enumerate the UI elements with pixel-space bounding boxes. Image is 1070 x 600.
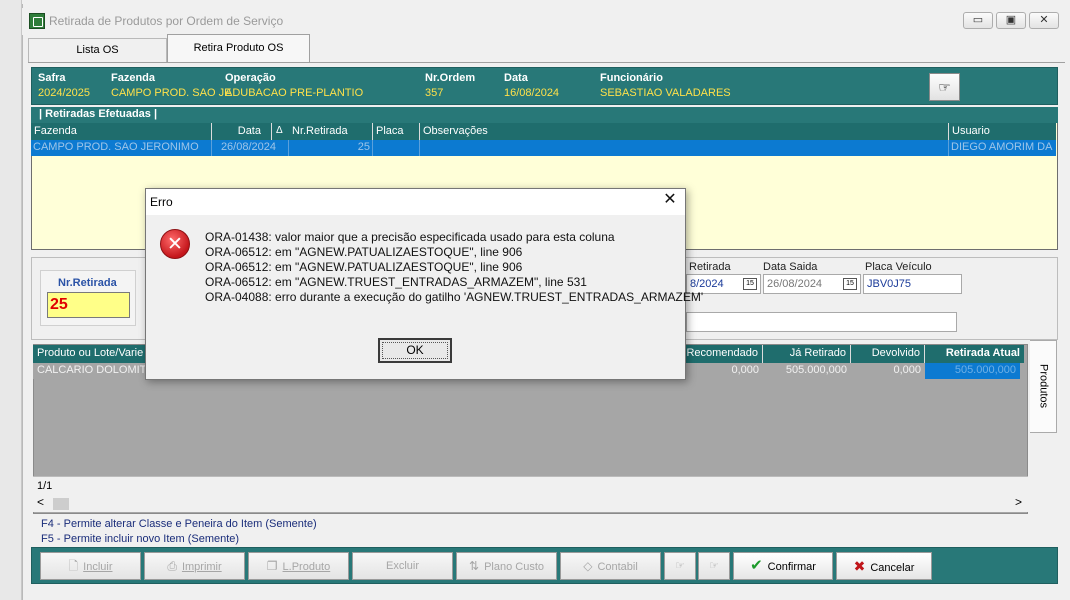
contabil-button[interactable]: ◇ Contabil — [560, 552, 661, 580]
col-data[interactable]: Data — [212, 123, 272, 140]
error-message-line: ORA-06512: em "AGNEW.TRUEST_ENTRADAS_ARM… — [205, 275, 587, 289]
col-recomendado[interactable]: Recomendado — [683, 345, 763, 363]
next-hand-button[interactable]: ☞ — [698, 552, 730, 580]
cell-retirada-atual[interactable]: 505.000,000 — [925, 363, 1020, 379]
new-document-icon: 🗋 — [68, 559, 79, 573]
pointing-hand-icon: ☞ — [938, 79, 951, 95]
nrordem-label: Nr.Ordem — [425, 72, 476, 84]
funcionario-value: SEBASTIAO VALADARES — [600, 87, 731, 99]
cell-placa — [373, 140, 420, 156]
imprimir-button[interactable]: ⎙ Imprimir — [144, 552, 245, 580]
fazenda-value: CAMPO PROD. SAO JE — [111, 87, 232, 99]
error-message-line: ORA-01438: valor maior que a precisão es… — [205, 230, 615, 244]
flow-diagram-icon: ⇅ — [469, 559, 480, 573]
hint-f4: F4 - Permite alterar Classe e Peneira do… — [41, 518, 317, 530]
col-placa[interactable]: Placa — [373, 123, 420, 140]
tab-baseline — [28, 62, 1065, 63]
operacao-value: ADUBACAO PRE-PLANTIO — [225, 87, 364, 99]
pointing-hand-icon: ☞ — [675, 560, 685, 572]
col-fazenda[interactable]: Fazenda — [31, 123, 212, 140]
retiradas-title: | Retiradas Efetuadas | — [31, 107, 1058, 123]
ok-button[interactable]: OK — [378, 338, 452, 363]
data-retirada-label: Retirada — [689, 261, 731, 273]
data-label: Data — [504, 72, 528, 84]
x-icon: ✖ — [853, 558, 866, 574]
printer-icon: ⎙ — [167, 559, 177, 573]
cell-ja-retirado: 505.000,000 — [785, 364, 847, 376]
cancelar-button[interactable]: ✖ Cancelar — [836, 552, 932, 580]
select-os-button[interactable]: ☞ — [929, 73, 960, 101]
minimize-button[interactable]: ▭ — [963, 12, 993, 29]
lproduto-button[interactable]: ❐ L.Produto — [248, 552, 349, 580]
scroll-left-icon[interactable]: < — [37, 495, 44, 509]
pointing-hand-icon: ☞ — [709, 560, 719, 572]
prev-hand-button[interactable]: ☞ — [664, 552, 696, 580]
cell-usuario: DIEGO AMORIM DA — [951, 141, 1053, 153]
error-message-line: ORA-06512: em "AGNEW.PATUALIZAESTOQUE", … — [205, 245, 523, 259]
desktop-left-strip — [0, 0, 22, 600]
observacoes-field[interactable] — [686, 312, 957, 332]
col-ja-retirado[interactable]: Já Retirado — [763, 345, 851, 363]
nr-retirada-field[interactable]: 25 — [47, 292, 130, 318]
dialog-close-icon[interactable]: ✕ — [658, 191, 682, 211]
data-saida-field[interactable]: 26/08/2024 15 — [763, 274, 861, 294]
data-saida-label: Data Saida — [763, 261, 818, 273]
check-icon: ✔ — [750, 557, 763, 574]
side-tab-label: Produtos — [1037, 363, 1050, 409]
nr-retirada-label: Nr.Retirada — [58, 277, 117, 289]
col-retirada-atual[interactable]: Retirada Atual — [925, 345, 1024, 363]
cell-nr: 25 — [289, 140, 373, 156]
error-icon: ✕ — [160, 229, 190, 259]
horizontal-scrollbar[interactable]: < > — [33, 495, 1028, 512]
safra-value: 2024/2025 — [38, 87, 90, 99]
nrordem-value: 357 — [425, 87, 444, 99]
calendar-icon[interactable]: 15 — [843, 278, 857, 290]
cell-produto: CALCARIO DOLOMITIC — [37, 364, 147, 376]
os-header-panel: Safra 2024/2025 Fazenda CAMPO PROD. SAO … — [31, 67, 1058, 105]
dialog-title-bar — [146, 189, 685, 215]
scroll-right-icon[interactable]: > — [1015, 495, 1022, 509]
retiradas-header-row: Fazenda Data Δ Nr.Retirada Placa Observa… — [31, 123, 1056, 140]
app-icon — [29, 13, 45, 29]
data-value: 16/08/2024 — [504, 87, 560, 99]
sort-indicator-icon: Δ — [276, 125, 283, 136]
hint-f5: F5 - Permite incluir novo Item (Semente) — [41, 533, 240, 545]
pager-indicator: 1/1 — [37, 480, 53, 492]
documents-icon: ❐ — [266, 559, 278, 573]
confirmar-button[interactable]: ✔ Confirmar — [733, 552, 833, 580]
col-observacoes[interactable]: Observações — [420, 123, 949, 140]
placa-veiculo-field[interactable]: JBV0J75 — [863, 274, 962, 294]
excluir-button[interactable]: Excluir — [352, 552, 453, 580]
placa-veiculo-label: Placa Veículo — [865, 261, 932, 273]
operacao-label: Operação — [225, 72, 276, 84]
col-nr-retirada[interactable]: Nr.Retirada — [289, 123, 373, 140]
calendar-icon[interactable]: 15 — [743, 278, 757, 290]
maximize-button[interactable]: ▣ — [996, 12, 1026, 29]
table-row[interactable]: CAMPO PROD. SAO JERONIMO 26/08/2024 25 D… — [31, 140, 1056, 156]
window-title: Retirada de Produtos por Ordem de Serviç… — [49, 14, 284, 28]
scrollbar-thumb[interactable] — [53, 498, 69, 510]
plano-custo-button[interactable]: ⇅ Plano Custo — [456, 552, 557, 580]
tab-retira-produto-os[interactable]: Retira Produto OS — [167, 34, 310, 63]
close-window-button[interactable]: ✕ — [1029, 12, 1059, 29]
funcionario-label: Funcionário — [600, 72, 663, 84]
error-message-line: ORA-04088: erro durante a execução do ga… — [205, 290, 704, 304]
col-usuario[interactable]: Usuario — [949, 123, 1056, 140]
error-message-line: ORA-06512: em "AGNEW.PATUALIZAESTOQUE", … — [205, 260, 523, 274]
tab-lista-os[interactable]: Lista OS — [28, 38, 167, 62]
eraser-icon: ◇ — [583, 559, 593, 573]
safra-label: Safra — [38, 72, 66, 84]
col-devolvido[interactable]: Devolvido — [851, 345, 925, 363]
incluir-button[interactable]: 🗋 Incluir — [40, 552, 141, 580]
cell-devolvido: 0,000 — [893, 364, 921, 376]
cell-obs — [420, 140, 949, 156]
cell-fazenda: CAMPO PROD. SAO JERONIMO — [31, 140, 212, 156]
fazenda-label: Fazenda — [111, 72, 156, 84]
dialog-title: Erro — [150, 195, 173, 209]
cell-recomendado: 0,000 — [731, 364, 759, 376]
cell-data: 26/08/2024 — [212, 140, 289, 156]
